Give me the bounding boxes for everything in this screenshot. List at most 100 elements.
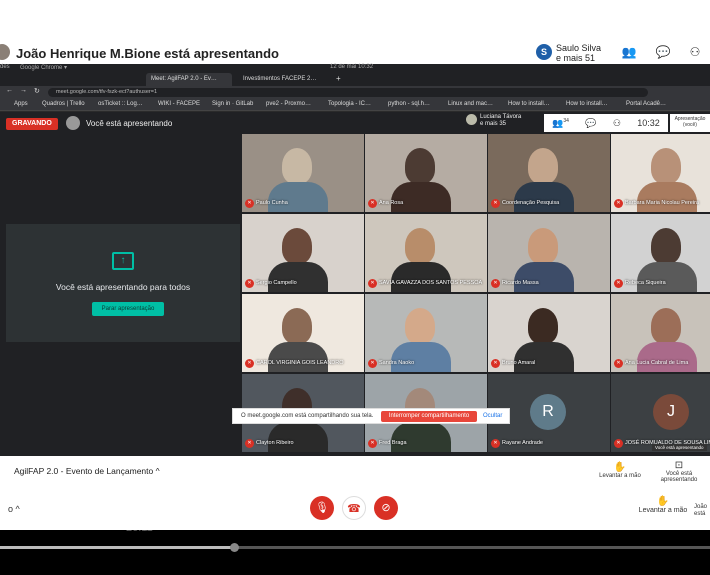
hand-icon: ✋	[613, 462, 627, 473]
participant-video-head	[528, 228, 558, 264]
outer-presenter-chip: João está	[694, 504, 707, 518]
participant-tile[interactable]: ✕ Bruno Amaral	[488, 294, 610, 372]
participant-tile[interactable]: ✕ Rebeca Siqueira	[611, 214, 710, 292]
hang-up-button[interactable]: ☎	[342, 496, 366, 520]
participant-video-body	[268, 262, 328, 292]
tab-investimentos[interactable]: Investimentos FACEPE 2…	[238, 73, 324, 86]
participant-tile[interactable]: ✕ Barbara Maria Nicolau Pereira	[611, 134, 710, 212]
playback-progress[interactable]	[0, 543, 710, 552]
tab-meet[interactable]: Meet: AgilFAP 2.0 - Ev…	[146, 73, 232, 86]
muted-mic-icon: ✕	[245, 279, 254, 288]
activities-icon[interactable]: ⚇	[690, 45, 701, 59]
participant-tile[interactable]: ✕ Sergio Campello	[242, 214, 364, 292]
participant-video-body	[637, 342, 697, 372]
participant-tile[interactable]: ✕ Coordenação Pesquisa	[488, 134, 610, 212]
os-clock: 12 de mai 10:32	[330, 64, 374, 70]
inner-raise-hand-label: Levantar a mão	[599, 473, 641, 479]
participant-video-head	[528, 148, 558, 184]
bookmark-item[interactable]: Sign in · GitLab	[212, 101, 253, 107]
participant-initial-avatar: J	[653, 394, 689, 430]
participant-video-head	[405, 148, 435, 184]
muted-mic-icon: ✕	[614, 359, 623, 368]
os-app-menu[interactable]: Google Chrome ▾	[20, 64, 67, 71]
outer-raise-hand-button[interactable]: ✋ Levantar a mão	[638, 496, 688, 514]
meet-recording-frame: João Henrique M.Bione está apresentando …	[0, 0, 710, 575]
participant-video-body	[637, 262, 697, 292]
participant-video-body	[391, 262, 451, 292]
inner-people-avatar	[466, 114, 477, 125]
chevron-up-icon[interactable]: o ^	[8, 504, 20, 514]
meeting-title[interactable]: AgilFAP 2.0 - Evento de Lançamento ^	[14, 466, 160, 476]
stop-presenting-button[interactable]: Parar apresentação	[92, 302, 164, 316]
outer-toolbar: 👥 💬 ⚇	[612, 40, 710, 64]
participant-name: CAROL VIRGINIA GOIS LEANDRO	[256, 360, 344, 366]
inner-raise-hand-button[interactable]: ✋ Levantar a mão	[598, 462, 642, 479]
chat-icon[interactable]: 💬	[656, 45, 671, 59]
reload-icon[interactable]: ↻	[34, 87, 40, 95]
inner-people-summary[interactable]: Luciana Távora e mais 35	[466, 114, 521, 128]
muted-mic-icon: ✕	[245, 199, 254, 208]
os-topbar: des Google Chrome ▾ 12 de mai 10:32	[0, 64, 710, 72]
forward-icon[interactable]: →	[20, 87, 27, 94]
bookmark-item[interactable]: Apps	[14, 101, 28, 107]
people-summary[interactable]: Saulo Silva e mais 51	[556, 43, 601, 63]
bookmark-item[interactable]: Quadros | Trello	[42, 101, 85, 107]
browser-tabstrip: Meet: AgilFAP 2.0 - Ev… Investimentos FA…	[0, 72, 710, 86]
inner-present-button[interactable]: ⊡ Você está apresentando	[648, 460, 710, 483]
participant-tile[interactable]: ✕ SAVIA GAVAZZA DOS SANTOS PESSOA	[365, 214, 487, 292]
participant-name: Ricardo Massa	[502, 280, 539, 286]
address-bar-row: ← → ↻ meet.google.com/tfv-fszk-ect?authu…	[0, 86, 710, 99]
participant-video-head	[651, 228, 681, 264]
participant-video-body	[268, 422, 328, 452]
participant-video-body	[391, 182, 451, 212]
inner-people-icon[interactable]: 👥34	[552, 118, 569, 129]
muted-mic-icon: ✕	[368, 279, 377, 288]
camera-off-button[interactable]: ⊘	[374, 496, 398, 520]
participant-tile[interactable]: ✕ Paulo Cunha	[242, 134, 364, 212]
bookmark-item[interactable]: Portal Acadê…	[626, 101, 666, 107]
bookmark-item[interactable]: python - sql.h…	[388, 101, 430, 107]
bookmark-item[interactable]: osTicket :: Log…	[98, 101, 143, 107]
bookmark-item[interactable]: How to install…	[566, 101, 608, 107]
inner-presentation-label: Apresentação (você)	[670, 114, 710, 132]
participant-tile[interactable]: ✕ CAROL VIRGINIA GOIS LEANDRO	[242, 294, 364, 372]
presenting-to-all-text: Você está apresentando para todos	[55, 282, 191, 292]
muted-mic-icon: ✕	[614, 439, 623, 448]
presenter-avatar	[0, 44, 10, 60]
bookmark-item[interactable]: pve2 - Proxmo…	[266, 101, 311, 107]
back-icon[interactable]: ←	[6, 87, 13, 94]
participant-tile[interactable]: J ✕ JOSÉ ROMUALDO DE SOUSA LIMA	[611, 374, 710, 452]
participant-tile[interactable]: ✕ Ana Rosa	[365, 134, 487, 212]
participant-name: Coordenação Pesquisa	[502, 200, 560, 206]
new-tab-icon[interactable]: +	[334, 73, 346, 86]
outer-joao-label-2: está	[694, 511, 706, 517]
participant-tile[interactable]: ✕ Ana Lucia Cabral de Lima	[611, 294, 710, 372]
muted-mic-icon: ✕	[245, 439, 254, 448]
screen-share-notice: O meet.google.com está compartilhando su…	[232, 408, 510, 424]
inner-chat-icon[interactable]: 💬	[585, 118, 596, 129]
bookmark-item[interactable]: WIKI - FACEPE	[158, 101, 200, 107]
inner-activities-icon[interactable]: ⚇	[613, 118, 621, 129]
participant-tile[interactable]: ✕ Sandra Naoko	[365, 294, 487, 372]
participant-name: SAVIA GAVAZZA DOS SANTOS PESSOA	[379, 280, 483, 286]
playback-knob[interactable]	[230, 543, 240, 552]
inner-people-more: e mais 35	[480, 121, 507, 127]
muted-mic-icon: ✕	[614, 199, 623, 208]
present-screen-icon: ↑	[112, 252, 134, 270]
bookmark-item[interactable]: How to install…	[508, 101, 550, 107]
meet-bottom-bar: AgilFAP 2.0 - Evento de Lançamento ^ ✋ L…	[0, 444, 710, 530]
playback-progress-fill	[0, 546, 235, 549]
outer-hand-icon: ✋	[656, 496, 670, 507]
bookmark-item[interactable]: Linux and mac…	[448, 101, 493, 107]
stop-sharing-button[interactable]: Interromper compartilhamento	[381, 411, 477, 422]
mic-off-button[interactable]: 🎙	[310, 496, 334, 520]
people-name: Saulo Silva	[556, 43, 602, 53]
outer-presenter-header: João Henrique M.Bione está apresentando …	[0, 0, 710, 64]
hide-notice-button[interactable]: Ocultar	[483, 413, 502, 419]
people-more: e mais 51	[556, 53, 596, 63]
participant-tile[interactable]: ✕ Ricardo Massa	[488, 214, 610, 292]
bookmark-item[interactable]: Topologia - IC…	[328, 101, 371, 107]
people-icon[interactable]: 👥	[622, 45, 637, 59]
url-field[interactable]: meet.google.com/tfv-fszk-ect?authuser=1	[48, 88, 648, 97]
bookmarks-bar: Apps Quadros | Trello osTicket :: Log… W…	[0, 99, 710, 111]
